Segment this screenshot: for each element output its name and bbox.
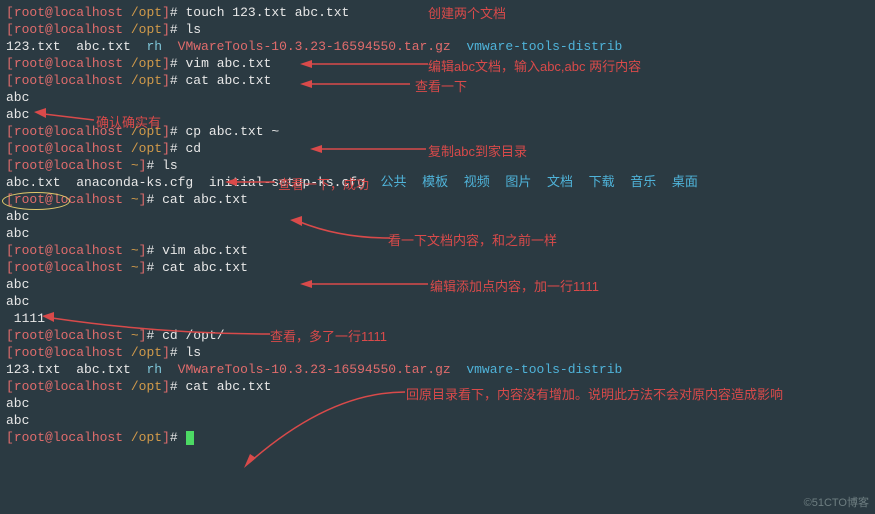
cmd-line-cat-home2: [root@localhost ~]# cat abc.txt xyxy=(6,259,869,276)
output-abc: abc xyxy=(6,208,869,225)
annot-view3: 查看，多了一行1111 xyxy=(270,328,387,345)
ls-output-home: abc.txt anaconda-ks.cfg initial-setup-ks… xyxy=(6,174,869,191)
output-abc: abc xyxy=(6,412,869,429)
annot-add1111: 编辑添加点内容，加一行1111 xyxy=(430,278,599,295)
annot-create: 创建两个文档 xyxy=(428,5,506,22)
cmd-line-ls: [root@localhost /opt]# ls xyxy=(6,21,869,38)
annot-confirm: 确认确实有 xyxy=(96,114,161,131)
ls-output-opt2: 123.txt abc.txt rh VMwareTools-10.3.23-1… xyxy=(6,361,869,378)
output-1111: 1111 xyxy=(6,310,869,327)
annot-copy: 复制abc到家目录 xyxy=(428,143,527,160)
annot-back: 回原目录看下，内容没有增加。说明此方法不会对原内容造成影响 xyxy=(406,386,783,403)
annot-same: 看一下文档内容，和之前一样 xyxy=(388,232,557,249)
cmd-line-ls-opt2: [root@localhost /opt]# ls xyxy=(6,344,869,361)
annot-view2: 查看一下，成功 xyxy=(278,176,369,193)
output-abc: abc xyxy=(6,293,869,310)
ls-output-opt: 123.txt abc.txt rh VMwareTools-10.3.23-1… xyxy=(6,38,869,55)
cursor-icon xyxy=(186,431,194,445)
prompt-cursor[interactable]: [root@localhost /opt]# xyxy=(6,429,869,446)
annot-view1: 查看一下 xyxy=(415,78,467,95)
cmd-line-cd-opt: [root@localhost ~]# cd /opt/ xyxy=(6,327,869,344)
watermark: ©51CTO博客 xyxy=(804,495,869,512)
annot-edit: 编辑abc文档，输入abc,abc 两行内容 xyxy=(428,58,641,75)
cmd-line-cat-home: [root@localhost ~]# cat abc.txt xyxy=(6,191,869,208)
